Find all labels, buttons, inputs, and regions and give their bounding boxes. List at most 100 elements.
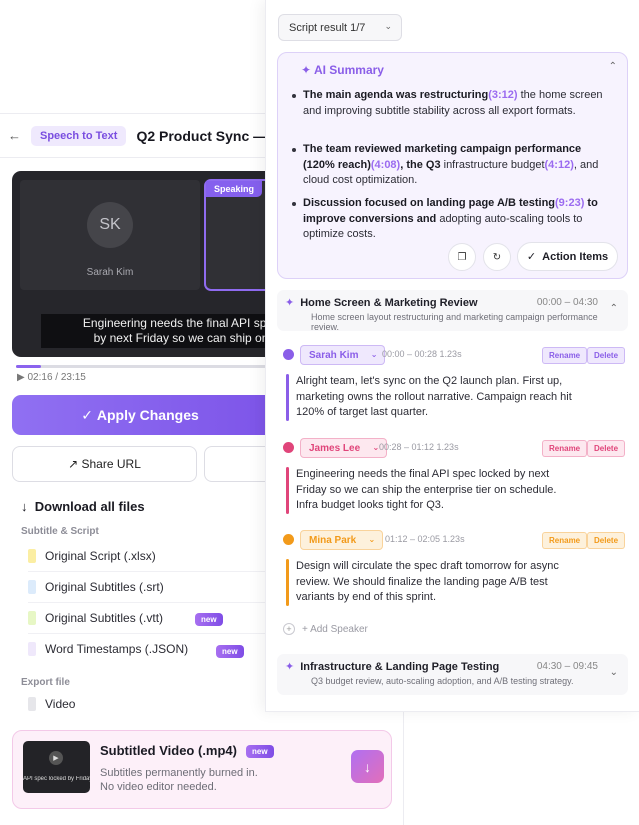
chevron-up-icon[interactable]: ⌃: [610, 303, 618, 314]
new-badge: new: [216, 645, 244, 658]
segment-subtitle: Home screen layout restructuring and mar…: [311, 312, 598, 332]
segment-title: ✦ Home Screen & Marketing Review: [285, 296, 478, 309]
action-items-button[interactable]: ✓ Action Items: [517, 242, 618, 271]
action-items-label: Action Items: [542, 250, 609, 263]
participant-name: Sarah Kim: [86, 267, 134, 278]
speaker-color-dot: [283, 349, 294, 360]
summary-bullet: The main agenda was restructuring(3:12) …: [292, 88, 612, 119]
delete-button[interactable]: Delete: [587, 532, 626, 549]
check-icon: ✓: [526, 251, 543, 263]
timestamp-link[interactable]: (9:23): [555, 197, 584, 209]
speaker-select[interactable]: Mina Park ⌄: [300, 530, 384, 550]
rename-button[interactable]: Rename: [542, 347, 588, 364]
apply-label: Apply Changes: [96, 407, 199, 423]
speaker-bar: [286, 374, 289, 421]
subtitled-video-card[interactable]: ▶ API spec locked by Friday Subtitled Vi…: [12, 730, 392, 809]
utterance-time: 00:28 – 01:12 1.23s: [379, 442, 459, 452]
back-arrow-icon[interactable]: ←: [8, 128, 24, 143]
speaker-color-dot: [283, 442, 294, 453]
utterance-text[interactable]: Design will circulate the spec draft tom…: [286, 559, 576, 606]
progress-fill: [16, 365, 41, 368]
thumbnail-caption: API spec locked by Friday: [23, 776, 90, 782]
ai-summary-title: ✦ AI Summary: [301, 63, 384, 77]
external-link-icon: ↗: [68, 457, 82, 471]
file-label: Word Timestamps (.JSON): [45, 642, 189, 656]
play-icon[interactable]: ▶: [17, 372, 25, 383]
speaker-bar: [286, 559, 289, 606]
utterance-time: 01:12 – 02:05 1.23s: [385, 534, 465, 544]
add-speaker-label: + Add Speaker: [302, 623, 368, 635]
rename-button[interactable]: Rename: [542, 532, 588, 549]
subtitled-video-desc: Subtitles permanently burned in. No vide…: [100, 766, 258, 794]
share-url-button[interactable]: ↗ Share URL: [12, 446, 197, 482]
rename-button[interactable]: Rename: [542, 440, 588, 457]
playback-time: ▶ 02:16 / 23:15: [17, 372, 86, 383]
timestamp-link[interactable]: (4:12): [545, 159, 574, 171]
download-all-files[interactable]: ↓ Download all files: [21, 499, 145, 514]
script-result-select[interactable]: Script result 1/7 ⌄: [278, 14, 402, 41]
bullet-dot: [292, 94, 296, 98]
utterance-text[interactable]: Alright team, let's sync on the Q2 launc…: [286, 374, 576, 421]
file-row[interactable]: Original Subtitles (.srt): [28, 572, 268, 602]
speaker-select[interactable]: James Lee ⌄: [300, 438, 388, 458]
section-label: Export file: [21, 677, 70, 688]
speaker-row: James Lee ⌄ 00:28 – 01:12 1.23s Rename De…: [283, 438, 626, 458]
json-file-icon: [28, 642, 36, 656]
download-title: Download all files: [34, 499, 145, 514]
summary-bullet: The team reviewed marketing campaign per…: [292, 142, 612, 189]
utterance-body: Design will circulate the spec draft tom…: [296, 560, 559, 603]
bullet-bold: Discussion focused on landing page A/B t…: [303, 197, 556, 209]
file-row[interactable]: Original Script (.xlsx): [28, 541, 268, 571]
utterance-body: Engineering needs the final API spec loc…: [296, 468, 557, 511]
utterance-body: Alright team, let's sync on the Q2 launc…: [296, 375, 572, 418]
new-badge: new: [246, 745, 274, 758]
avatar: SK: [87, 202, 133, 248]
desc-line: Subtitles permanently burned in.: [100, 767, 258, 779]
desc-line: No video editor needed.: [100, 781, 217, 793]
share-label: Share URL: [81, 457, 141, 471]
segment-time: 00:00 – 04:30: [536, 297, 598, 308]
video-file-icon: [28, 697, 36, 711]
check-icon: ✓: [81, 406, 97, 423]
refresh-icon[interactable]: ↻: [483, 243, 511, 271]
chevron-up-icon[interactable]: ⌃: [609, 61, 617, 72]
speaker-select[interactable]: Sarah Kim ⌄: [300, 345, 386, 365]
script-result-panel: Script result 1/7 ⌄ ✦ AI Summary ⌃ The m…: [265, 0, 639, 712]
xlsx-file-icon: [28, 549, 36, 563]
file-label: Original Subtitles (.vtt): [45, 611, 164, 625]
timestamp-link[interactable]: (4:08): [371, 159, 400, 171]
bullet-bold: The main agenda was restructuring: [303, 89, 489, 101]
video-progress-bar[interactable]: [16, 365, 266, 368]
chevron-down-icon[interactable]: ⌄: [610, 667, 618, 678]
plus-icon: +: [283, 623, 295, 635]
download-button[interactable]: ↓: [351, 750, 384, 783]
segment-card[interactable]: ✦ Infrastructure & Landing Page Testing 0…: [277, 654, 628, 695]
sparkle-icon: ✦: [285, 297, 295, 309]
bullet-text: infrastructure budget: [440, 158, 545, 171]
mode-tag: Speech to Text: [31, 125, 127, 146]
new-badge: new: [195, 613, 223, 626]
file-row[interactable]: Original Subtitles (.vtt): [28, 603, 268, 633]
segment-card[interactable]: ✦ Home Screen & Marketing Review 00:00 – …: [277, 290, 628, 332]
segment-subtitle: Q3 budget review, auto-scaling adoption,…: [311, 676, 574, 686]
participant-tile: SK Sarah Kim: [20, 180, 200, 290]
timestamp-link[interactable]: (3:12): [488, 89, 517, 101]
chevron-down-icon: ⌄: [368, 535, 376, 544]
export-video-row[interactable]: Video: [28, 689, 268, 719]
section-label: Subtitle & Script: [21, 526, 99, 537]
delete-button[interactable]: Delete: [587, 440, 626, 457]
time-readout: 02:16 / 23:15: [27, 372, 86, 383]
play-icon: ▶: [49, 751, 63, 765]
add-speaker-button[interactable]: + + Add Speaker: [283, 623, 368, 635]
sparkle-icon: ✦: [285, 661, 295, 673]
export-label: Video: [45, 697, 76, 711]
utterance-text[interactable]: Engineering needs the final API spec loc…: [286, 467, 576, 514]
speaker-name: James Lee: [309, 442, 361, 454]
bullet-bold: , the Q3: [400, 158, 441, 171]
segment-title: ✦ Infrastructure & Landing Page Testing: [285, 660, 499, 673]
subtitled-video-title: Subtitled Video (.mp4): [100, 743, 237, 758]
copy-icon[interactable]: ❐: [448, 243, 476, 271]
segment-title-text: Home Screen & Marketing Review: [300, 297, 478, 309]
delete-button[interactable]: Delete: [587, 347, 626, 364]
speaker-bar: [286, 467, 289, 514]
